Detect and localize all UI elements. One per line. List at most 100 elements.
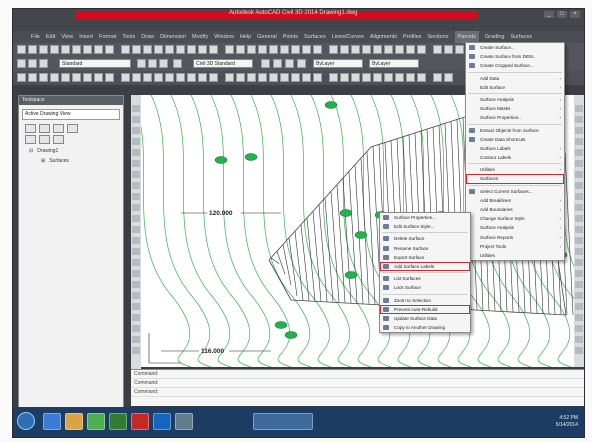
toolbar-button[interactable] [209, 73, 218, 82]
tool-strip-button[interactable] [575, 182, 583, 189]
toolbar-button[interactable] [417, 73, 426, 82]
toolbar-button[interactable] [444, 73, 453, 82]
toolbar-button[interactable] [209, 45, 218, 54]
menu-item-sections[interactable]: Sections [427, 31, 448, 43]
tool-strip-button[interactable] [132, 182, 140, 189]
tool-strip-button[interactable] [132, 149, 140, 156]
tool-strip-button[interactable] [132, 336, 140, 343]
menu-item-edit-surface-style[interactable]: Edit Surface Style... [380, 222, 470, 231]
toolbar-button[interactable] [72, 45, 81, 54]
tool-strip-button[interactable] [575, 193, 583, 200]
toolbar-button[interactable] [83, 45, 92, 54]
menu-item-add-data[interactable]: Add Data › [466, 74, 564, 83]
toolbar-button[interactable] [269, 73, 278, 82]
toolbar-button[interactable] [373, 73, 382, 82]
word-icon[interactable] [153, 413, 171, 430]
tool-strip-button[interactable] [575, 270, 583, 277]
menu-item-general[interactable]: General [257, 31, 277, 43]
toolbar-button[interactable] [302, 73, 311, 82]
toolbar-button[interactable] [198, 73, 207, 82]
tool-strip-button[interactable] [575, 160, 583, 167]
autocad-icon[interactable] [131, 413, 149, 430]
tool-strip-button[interactable] [575, 259, 583, 266]
menu-item-surfaces[interactable]: Surfaces [466, 174, 564, 184]
toolbar-button[interactable] [362, 45, 371, 54]
menu-item-format[interactable]: Format [99, 31, 116, 43]
linetype-dropdown[interactable]: ByLayer [369, 59, 419, 68]
toolbar-button[interactable] [313, 73, 322, 82]
tool-strip-button[interactable] [575, 292, 583, 299]
menu-item-delete-surface[interactable]: Delete Surface [380, 234, 470, 243]
tool-strip-button[interactable] [132, 127, 140, 134]
tool-strip-button[interactable] [132, 270, 140, 277]
close-button[interactable]: × [570, 11, 580, 18]
tool-strip-button[interactable] [575, 336, 583, 343]
toolbar-button[interactable] [261, 59, 270, 68]
tool-strip-button[interactable] [132, 259, 140, 266]
menu-item-alignments[interactable]: Alignments [370, 31, 397, 43]
toolbar-button[interactable] [373, 45, 382, 54]
menu-item-modify[interactable]: Modify [192, 31, 208, 43]
toolbar-button[interactable] [384, 45, 393, 54]
view-icon[interactable] [53, 135, 64, 144]
tool-strip-button[interactable] [132, 105, 140, 112]
toolbar-button[interactable] [137, 59, 146, 68]
menu-item-utilities[interactable]: Utilities [466, 251, 564, 260]
tool-strip-button[interactable] [575, 215, 583, 222]
tool-strip-button[interactable] [132, 303, 140, 310]
toolbar-button[interactable] [302, 45, 311, 54]
toolbar-button[interactable] [94, 73, 103, 82]
menu-item-points[interactable]: Points [283, 31, 298, 43]
tool-strip-button[interactable] [575, 347, 583, 354]
menu-item-contour-labels[interactable]: Contour Labels › [466, 153, 564, 162]
toolbar-button[interactable] [83, 73, 92, 82]
menu-item-surface-reports[interactable]: Surface Reports › [466, 233, 564, 242]
tool-strip-button[interactable] [132, 160, 140, 167]
survey-icon[interactable] [53, 124, 64, 133]
toolbar-button[interactable] [285, 59, 294, 68]
toolbar-button[interactable] [61, 73, 70, 82]
toolbar-button[interactable] [17, 59, 26, 68]
tool-strip-button[interactable] [575, 325, 583, 332]
tool-strip-button[interactable] [575, 204, 583, 211]
menu-item-surface-masks[interactable]: Surface Masks › [466, 104, 564, 113]
menu-item-list-surfaces[interactable]: List Surfaces [380, 274, 470, 283]
toolbar-button[interactable] [17, 45, 26, 54]
toolbar-button[interactable] [187, 73, 196, 82]
menu-item-add-boundaries[interactable]: Add Boundaries › [466, 205, 564, 214]
menu-item-surface-analysis[interactable]: Surface Analysis › [466, 223, 564, 232]
tree-item-drawing[interactable]: ⊟ Drawing1 [29, 148, 113, 154]
toolbar-button[interactable] [236, 45, 245, 54]
menu-item-utilities[interactable]: Utilities › [466, 165, 564, 174]
media-icon[interactable] [87, 413, 105, 430]
menu-item-add-breaklines[interactable]: Add Breaklines › [466, 196, 564, 205]
toolbar-button[interactable] [121, 45, 130, 54]
tool-strip-button[interactable] [132, 325, 140, 332]
toolbar-button[interactable] [384, 73, 393, 82]
toolbar-button[interactable] [28, 45, 37, 54]
toolbar-button[interactable] [236, 73, 245, 82]
tool-strip-button[interactable] [132, 116, 140, 123]
toolbar-button[interactable] [313, 45, 322, 54]
toolbar-button[interactable] [417, 45, 426, 54]
toolbar-button[interactable] [395, 45, 404, 54]
menu-item-surface-labels[interactable]: Surface Labels › [466, 144, 564, 153]
toolbar-button[interactable] [143, 45, 152, 54]
app-icon[interactable] [175, 413, 193, 430]
toolbar-button[interactable] [165, 45, 174, 54]
tool-strip-button[interactable] [575, 116, 583, 123]
menu-item-lock-surface[interactable]: Lock Surface [380, 283, 470, 292]
toolbar-button[interactable] [406, 45, 415, 54]
menu-item-edit[interactable]: Edit [46, 31, 55, 43]
menu-item-change-surface-style[interactable]: Change Surface Style › [466, 214, 564, 223]
menu-item-select-current-surfaces[interactable]: Select Current Surfaces... [466, 187, 564, 196]
menu-item-zoom-to-selection[interactable]: Zoom to Selection [380, 296, 470, 305]
menu-item-surface-properties[interactable]: Surface Properties... › [466, 113, 564, 122]
menu-item-edit-surface[interactable]: Edit Surface › [466, 83, 564, 92]
tool-strip-button[interactable] [575, 226, 583, 233]
menu-item-draw[interactable]: Draw [141, 31, 154, 43]
toolbar-button[interactable] [258, 45, 267, 54]
tool-strip-button[interactable] [575, 281, 583, 288]
settings-icon[interactable] [39, 124, 50, 133]
excel-icon[interactable] [109, 413, 127, 430]
